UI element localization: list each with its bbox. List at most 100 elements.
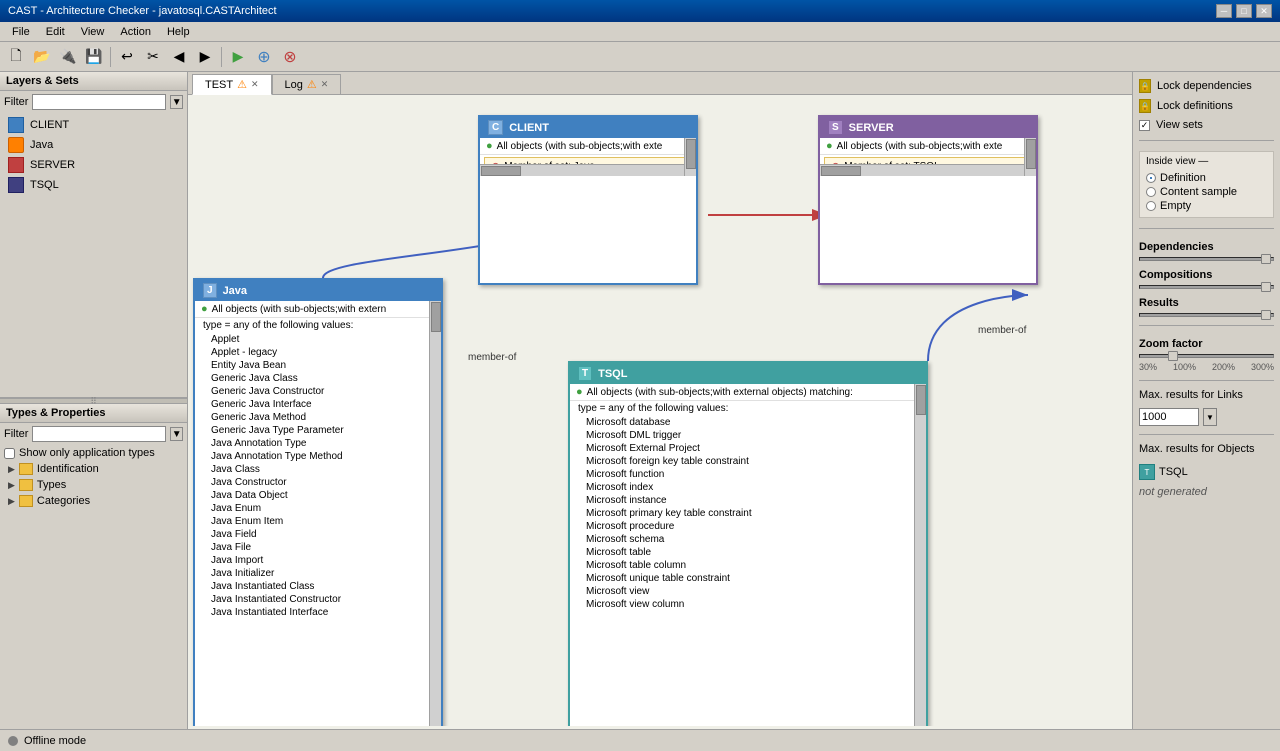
toolbar-undo[interactable]: ↩ (115, 45, 139, 69)
server-h-thumb[interactable] (821, 166, 861, 176)
max-links-input[interactable] (1139, 408, 1199, 426)
client-scrollbar[interactable] (684, 138, 696, 176)
tsql-scrollbar-thumb[interactable] (916, 385, 926, 415)
window-controls[interactable]: ─ □ ✕ (1216, 4, 1272, 18)
zoom-slider-track[interactable] (1139, 354, 1274, 358)
toolbar-save[interactable]: 💾 (82, 45, 106, 69)
results-slider-thumb[interactable] (1261, 310, 1271, 320)
java-type-generic-constructor: Generic Java Constructor (195, 385, 441, 398)
tab-log-close[interactable]: ✕ (321, 79, 329, 90)
layer-label-client: CLIENT (30, 119, 69, 131)
show-only-checkbox[interactable] (4, 448, 15, 459)
compositions-slider-thumb[interactable] (1261, 282, 1271, 292)
minimize-button[interactable]: ─ (1216, 4, 1232, 18)
java-type-enum: Java Enum (195, 502, 441, 515)
server-h-scrollbar[interactable] (820, 164, 1024, 176)
content-sample-radio-row[interactable]: Content sample (1146, 185, 1267, 199)
layer-item-java[interactable]: Java (0, 135, 187, 155)
tab-test-label: TEST (205, 79, 233, 91)
tab-test[interactable]: TEST ⚠ ✕ (192, 74, 272, 95)
java-scrollbar-thumb[interactable] (431, 302, 441, 332)
tsql-type-viewcolumn: Microsoft view column (570, 598, 926, 611)
toolbar-new[interactable]: 🗋 (4, 45, 28, 69)
view-sets-row[interactable]: View sets (1139, 118, 1274, 132)
tsql-badge-label: TSQL (1159, 466, 1188, 478)
toolbar-remove[interactable]: ⊗ (278, 45, 302, 69)
tsql-type-pk: Microsoft primary key table constraint (570, 507, 926, 520)
server-box: S SERVER ● All objects (with sub-objects… (818, 115, 1038, 285)
java-icon: J (203, 283, 217, 298)
types-filter-row: Filter ▼ (0, 423, 187, 445)
tsql-icon: T (578, 366, 592, 381)
layers-filter-btn[interactable]: ▼ (170, 95, 183, 109)
toolbar-cut[interactable]: ✂ (141, 45, 165, 69)
tree-types[interactable]: ▶ Types (0, 477, 187, 493)
tab-warn-icon: ⚠ (237, 78, 247, 91)
java-types-list[interactable]: Applet Applet - legacy Entity Java Bean … (195, 333, 441, 619)
dependencies-slider-track[interactable] (1139, 257, 1274, 261)
right-panel: 🔒 Lock dependencies 🔒 Lock definitions V… (1132, 72, 1280, 729)
tsql-scrollbar[interactable] (914, 384, 926, 726)
tsql-layer-icon (8, 177, 24, 193)
server-all-objects-row: ● All objects (with sub-objects;with ext… (820, 138, 1036, 155)
tsql-type-external: Microsoft External Project (570, 442, 926, 455)
close-button[interactable]: ✕ (1256, 4, 1272, 18)
folder-icon2 (19, 479, 33, 491)
java-type-generic-class: Generic Java Class (195, 372, 441, 385)
menu-action[interactable]: Action (112, 24, 159, 40)
canvas-content[interactable]: member-of member-of C CLIENT ● All objec… (188, 95, 1132, 726)
show-only-label: Show only application types (19, 447, 155, 459)
toolbar-run[interactable]: ▶ (226, 45, 250, 69)
empty-radio[interactable] (1146, 201, 1156, 211)
tab-log[interactable]: Log ⚠ ✕ (272, 74, 342, 94)
compositions-slider-track[interactable] (1139, 285, 1274, 289)
toolbar-back[interactable]: ◀ (167, 45, 191, 69)
toolbar-add[interactable]: ⊕ (252, 45, 276, 69)
maximize-button[interactable]: □ (1236, 4, 1252, 18)
layer-item-server[interactable]: SERVER (0, 155, 187, 175)
view-sets-checkbox[interactable] (1139, 120, 1150, 131)
tsql-type-procedure: Microsoft procedure (570, 520, 926, 533)
server-all-objects: All objects (with sub-objects;with exte (837, 141, 1003, 152)
java-all-objects: All objects (with sub-objects;with exter… (212, 304, 387, 315)
dependencies-slider-thumb[interactable] (1261, 254, 1271, 264)
menu-file[interactable]: File (4, 24, 38, 40)
tab-test-close[interactable]: ✕ (251, 79, 259, 90)
tree-identification[interactable]: ▶ Identification (0, 461, 187, 477)
content-sample-radio[interactable] (1146, 187, 1156, 197)
menu-edit[interactable]: Edit (38, 24, 73, 40)
zoom-factor-title: Zoom factor (1139, 338, 1274, 350)
zoom-slider-thumb[interactable] (1168, 351, 1178, 361)
definition-radio-row[interactable]: Definition (1146, 171, 1267, 185)
results-slider-track[interactable] (1139, 313, 1274, 317)
client-h-thumb[interactable] (481, 166, 521, 176)
empty-radio-row[interactable]: Empty (1146, 199, 1267, 213)
max-links-dropdown[interactable]: ▼ (1203, 408, 1217, 426)
menubar: File Edit View Action Help (0, 22, 1280, 42)
server-scrollbar[interactable] (1024, 138, 1036, 176)
toolbar-forward[interactable]: ▶ (193, 45, 217, 69)
compositions-title: Compositions (1139, 269, 1274, 281)
tsql-types-list[interactable]: Microsoft database Microsoft DML trigger… (570, 416, 926, 611)
java-green-icon: ● (201, 303, 208, 315)
client-h-scrollbar[interactable] (480, 164, 684, 176)
client-scrollbar-thumb[interactable] (686, 139, 696, 169)
types-filter-btn[interactable]: ▼ (170, 427, 183, 441)
server-layer-icon (8, 157, 24, 173)
layer-label-java: Java (30, 139, 53, 151)
layer-item-client[interactable]: CLIENT (0, 115, 187, 135)
definition-radio[interactable] (1146, 173, 1156, 183)
java-scrollbar[interactable] (429, 301, 441, 726)
layers-filter-input[interactable] (32, 94, 166, 110)
menu-view[interactable]: View (73, 24, 113, 40)
tree-categories[interactable]: ▶ Categories (0, 493, 187, 509)
toolbar-open[interactable]: 📂 (30, 45, 54, 69)
layer-item-tsql[interactable]: TSQL (0, 175, 187, 195)
toolbar-plugin[interactable]: 🔌 (56, 45, 80, 69)
tree-label-types: Types (37, 479, 66, 491)
java-type-applet: Applet (195, 333, 441, 346)
server-scrollbar-thumb[interactable] (1026, 139, 1036, 169)
types-filter-input[interactable] (32, 426, 166, 442)
lock-deps-label: Lock dependencies (1157, 80, 1252, 92)
menu-help[interactable]: Help (159, 24, 198, 40)
